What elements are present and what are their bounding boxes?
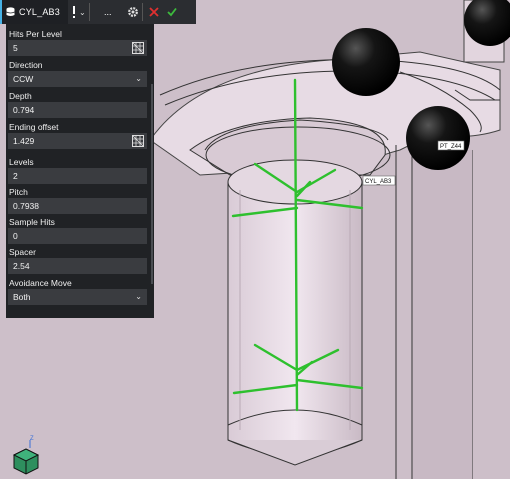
field-label: Avoidance Move — [9, 278, 72, 288]
exclamation-icon — [73, 6, 75, 18]
probe-properties-panel: Hits Per Level 5 Direction CCW ⌄ Depth 0… — [6, 24, 154, 318]
cancel-button[interactable] — [149, 0, 159, 24]
more-label: ... — [103, 7, 112, 17]
field-label: Hits Per Level — [9, 29, 62, 39]
feature-name-field[interactable]: CYL_AB3 — [0, 0, 68, 24]
levels-input[interactable]: 2 — [8, 168, 147, 184]
field-hits-per-level: Hits Per Level 5 — [6, 28, 148, 56]
field-value: 0.7938 — [13, 201, 39, 211]
fixture-sphere — [332, 28, 400, 96]
axis-z-label: Z — [30, 436, 34, 442]
field-value: Both — [13, 292, 31, 302]
field-label: Levels — [9, 157, 34, 167]
spacer-input[interactable]: 2.54 — [8, 258, 147, 274]
depth-input[interactable]: 0.794 — [8, 102, 147, 118]
feature-name: CYL_AB3 — [19, 7, 60, 17]
grid-picker-icon[interactable] — [132, 135, 144, 147]
field-label: Depth — [9, 91, 32, 101]
field-spacer: Spacer 2.54 — [6, 246, 148, 274]
fixture-sphere — [406, 106, 470, 170]
field-depth: Depth 0.794 — [6, 90, 148, 118]
field-sample-hits: Sample Hits 0 — [6, 216, 148, 244]
direction-select[interactable]: CCW ⌄ — [8, 71, 147, 87]
field-value: 0.794 — [13, 105, 35, 115]
field-value: CCW — [13, 74, 34, 84]
gear-icon — [127, 7, 138, 17]
field-value: 2.54 — [13, 261, 30, 271]
sample-hits-input[interactable]: 0 — [8, 228, 147, 244]
field-label: Sample Hits — [9, 217, 55, 227]
field-label: Spacer — [9, 247, 36, 257]
field-ending-offset: Ending offset 1.429 — [6, 121, 148, 149]
field-value: 2 — [13, 171, 18, 181]
field-avoidance-move: Avoidance Move Both ⌄ — [6, 277, 148, 305]
field-label: Pitch — [9, 187, 28, 197]
field-value: 1.429 — [13, 136, 35, 146]
field-pitch: Pitch 0.7938 — [6, 186, 148, 214]
toolbar-divider — [141, 3, 143, 21]
settings-button[interactable] — [127, 0, 139, 24]
chevron-down-icon: ⌄ — [135, 292, 142, 301]
field-value: 5 — [13, 43, 18, 53]
panel-scrollbar[interactable] — [151, 84, 153, 284]
chevron-down-icon[interactable]: ⌄ — [79, 8, 86, 17]
field-value: 0 — [13, 231, 18, 241]
database-icon — [6, 7, 15, 16]
feature-toolbar: CYL_AB3 ⌄ ... — [0, 0, 196, 24]
field-direction: Direction CCW ⌄ — [6, 59, 148, 87]
avoidance-move-select[interactable]: Both ⌄ — [8, 289, 147, 305]
toolbar-divider — [88, 3, 90, 21]
more-button[interactable]: ... — [93, 0, 123, 24]
cylinder-tag-label: CYL_AB3 — [365, 179, 392, 185]
field-levels: Levels 2 — [6, 156, 148, 184]
point-tag-label: PT_Z44 — [440, 144, 462, 150]
ending-offset-input[interactable]: 1.429 — [8, 133, 147, 149]
field-label: Ending offset — [9, 122, 59, 132]
hits-per-level-input[interactable]: 5 — [8, 40, 147, 56]
pitch-input[interactable]: 0.7938 — [8, 198, 147, 214]
chevron-down-icon: ⌄ — [135, 74, 142, 83]
status-button[interactable]: ⌄ — [72, 0, 86, 24]
field-label: Direction — [9, 60, 43, 70]
confirm-button[interactable] — [167, 0, 177, 24]
check-icon — [167, 7, 177, 17]
close-icon — [149, 7, 159, 17]
grid-picker-icon[interactable] — [132, 42, 144, 54]
